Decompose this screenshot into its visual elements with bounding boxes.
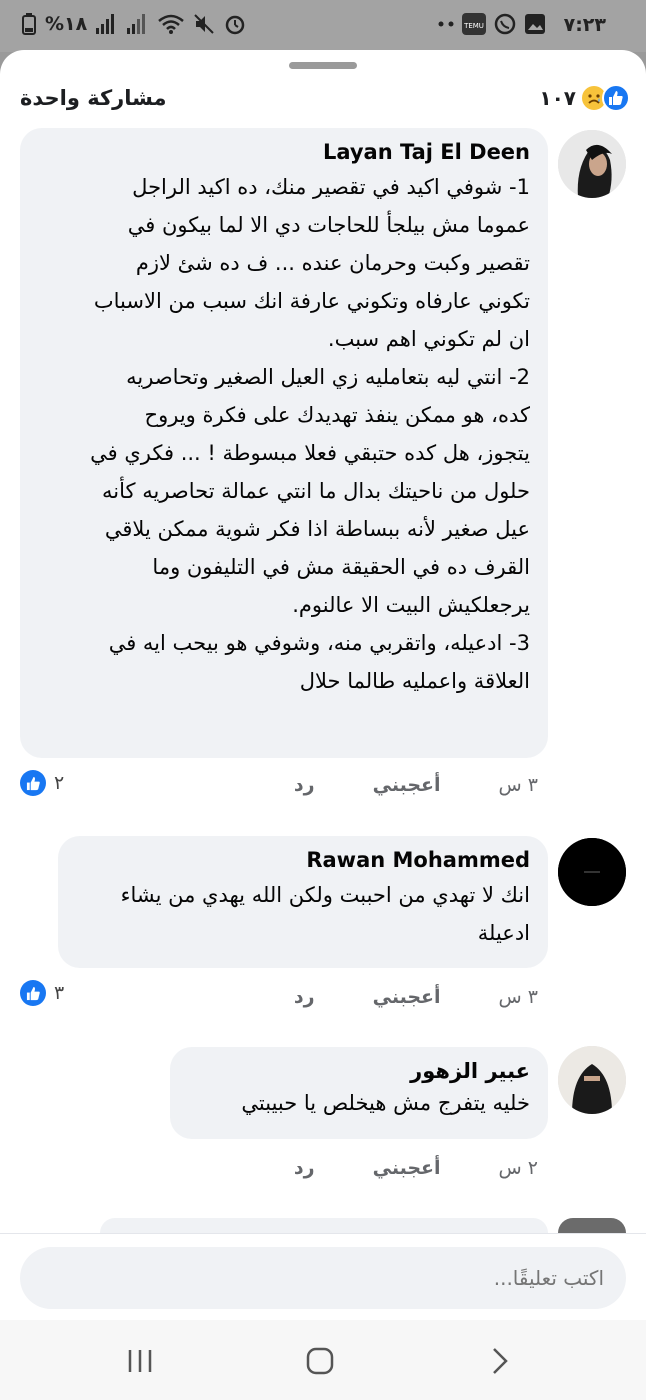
- like-count: ٣: [54, 982, 65, 1004]
- comment-actions: ٣ س أعجبني رد: [294, 986, 538, 1008]
- like-button[interactable]: أعجبني: [373, 986, 441, 1008]
- recent-apps-icon[interactable]: [120, 1344, 160, 1378]
- comment-bubble[interactable]: [100, 1218, 548, 1233]
- signal-icon: [127, 14, 146, 34]
- comment-author[interactable]: Rawan Mohammed: [76, 848, 530, 872]
- comment-line: 3- ادعيله، واتقربي منه، وشوفي هو بيحب اي…: [108, 631, 530, 655]
- battery-icon: [22, 13, 36, 35]
- like-count-badge[interactable]: ٣: [20, 980, 64, 1006]
- avatar[interactable]: [558, 1046, 626, 1114]
- composer-bar: [0, 1233, 646, 1320]
- comment-line: حلول من ناحيتك بدال ما انتي عمالة تحاصري…: [102, 479, 530, 503]
- like-icon: [602, 84, 630, 112]
- comment-bubble[interactable]: Layan Taj El Deen 1- شوفي اكيد في تقصير …: [20, 128, 548, 758]
- comment-input[interactable]: [20, 1247, 626, 1309]
- comment-bubble[interactable]: Rawan Mohammed انك لا تهدي من احببت ولكن…: [58, 836, 548, 968]
- dots-icon: [438, 21, 454, 27]
- comment-line: يرجعلكيش البيت الا عالنوم.: [292, 593, 530, 617]
- comment-line: تقصير وكبت وحرمان عنده ... ف ده شئ لازم: [135, 251, 530, 275]
- comment-line: عموما مش بيلجأ للحاجات دي الا لما بيكون …: [127, 213, 530, 237]
- system-nav-bar: [0, 1320, 646, 1400]
- comment-actions: ٢ س أعجبني رد: [294, 1157, 538, 1179]
- comment-line: القرف ده في الحقيقة مش في التليفون وما: [152, 555, 530, 579]
- sheet-header: مشاركة واحدة ١٠٧: [0, 80, 646, 120]
- alarm-icon: [226, 15, 245, 35]
- home-icon[interactable]: [300, 1344, 340, 1378]
- comment-author[interactable]: عبير الزهور: [188, 1059, 530, 1083]
- avatar[interactable]: [558, 1218, 626, 1233]
- like-button[interactable]: أعجبني: [373, 774, 441, 796]
- back-icon[interactable]: [480, 1344, 520, 1378]
- comment-line: ان لم تكوني اهم سبب.: [327, 327, 530, 351]
- reactions-summary[interactable]: ١٠٧: [539, 84, 630, 112]
- share-count[interactable]: مشاركة واحدة: [20, 86, 167, 110]
- comment-text: 1- شوفي اكيد في تقصير منك، ده اكيد الراج…: [38, 168, 530, 700]
- comment-time: ٣ س: [498, 774, 538, 796]
- gallery-icon: [525, 14, 545, 34]
- like-icon: [20, 770, 46, 796]
- comment-line: 1- شوفي اكيد في تقصير منك، ده اكيد الراج…: [132, 175, 530, 199]
- comment-line: 2- انتي ليه بتعامليه زي العيل الصغير وتح…: [126, 365, 530, 389]
- comment-author[interactable]: Layan Taj El Deen: [38, 140, 530, 164]
- comment-actions: ٣ س أعجبني رد: [294, 774, 538, 796]
- whatsapp-icon: [494, 13, 516, 35]
- comment-line: انك لا تهدي من احببت ولكن الله يهدي من ي…: [120, 883, 530, 907]
- comment-line: كده، هو ممكن ينفذ تهديدك على فكرة ويروح: [144, 403, 530, 427]
- battery-percent: %١٨: [45, 13, 88, 35]
- drag-handle[interactable]: [289, 62, 357, 69]
- comment-line: عيل صغير لأنه ببساطة اذا فكر شوية ممكن ي…: [104, 517, 530, 541]
- comment-time: ٣ س: [498, 986, 538, 1008]
- like-count: ٢: [54, 772, 65, 794]
- comment-line: تكوني عارفاه وتكوني عارفة انك سبب من الا…: [93, 289, 530, 313]
- comment-bubble[interactable]: عبير الزهور خليه يتفرج مش هيخلص يا حبيبت…: [170, 1047, 548, 1139]
- signal-icon: [96, 14, 115, 34]
- avatar[interactable]: [558, 130, 626, 198]
- clock: ٧:٢٣: [563, 14, 606, 36]
- comment-line: العلاقة واعمليه طالما حلال: [299, 669, 530, 693]
- reply-button[interactable]: رد: [294, 986, 315, 1008]
- svg-text:TEMU: TEMU: [463, 22, 484, 30]
- status-bar: %١٨ TEMU ٧:٢٣: [0, 0, 646, 52]
- comment-line: خليه يتفرج مش هيخلص يا حبيبتي: [241, 1091, 530, 1115]
- wifi-icon: [158, 14, 185, 34]
- status-left-icons: %١٨: [22, 13, 246, 35]
- status-right-icons: TEMU: [438, 13, 546, 35]
- like-button[interactable]: أعجبني: [373, 1157, 441, 1179]
- like-icon: [20, 980, 46, 1006]
- comment-text: خليه يتفرج مش هيخلص يا حبيبتي: [188, 1087, 530, 1119]
- like-count-badge[interactable]: ٢: [20, 770, 64, 796]
- reply-button[interactable]: رد: [294, 1157, 315, 1179]
- comment-time: ٢ س: [498, 1157, 538, 1179]
- comment-line: ادعيلة: [477, 921, 530, 945]
- reply-button[interactable]: رد: [294, 774, 315, 796]
- comment-text: انك لا تهدي من احببت ولكن الله يهدي من ي…: [76, 876, 530, 952]
- avatar[interactable]: [558, 838, 626, 906]
- mute-icon: [194, 14, 214, 34]
- reaction-count: ١٠٧: [539, 86, 576, 110]
- temu-icon: TEMU: [462, 13, 486, 35]
- comment-line: يتجوز، هل كده حتبقي فعلا مبسوطة ! ... فك…: [90, 441, 530, 465]
